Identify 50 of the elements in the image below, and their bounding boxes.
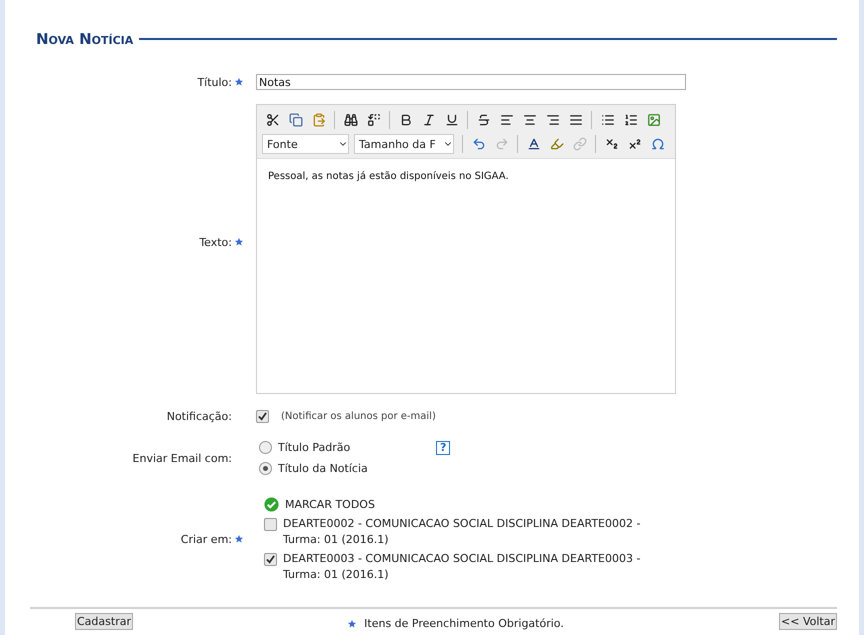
- text-color-icon: [526, 137, 540, 151]
- undo-icon: [472, 137, 486, 151]
- checkbox[interactable]: [256, 410, 269, 423]
- toolbar-dropdown[interactable]: Fonte: [262, 134, 349, 154]
- toolbar-dropdown[interactable]: Tamanho da F: [354, 134, 454, 154]
- required-star-icon: [348, 620, 356, 628]
- field-label: Notificação:: [166, 410, 232, 423]
- field-label: Título:: [196, 76, 232, 88]
- align-left-icon: [500, 113, 514, 127]
- select-all-link[interactable]: MARCAR TODOS: [285, 498, 375, 510]
- binoculars-icon: [344, 113, 358, 127]
- cut-icon: [266, 113, 280, 127]
- check-circle-icon: [264, 496, 279, 512]
- editor-content: Pessoal, as notas já estão disponíveis no SIGAA.: [268, 171, 509, 182]
- align-center-icon: [522, 113, 536, 127]
- copy-icon: [288, 113, 302, 127]
- field-label: Texto:: [198, 236, 232, 248]
- class-label: DEARTE0003 - COMUNICACAO SOCIAL DISCIPLINA DEARTE0003 - Turma: 01 (2016.1): [283, 551, 642, 583]
- option-label: Título Padrão: [278, 441, 350, 454]
- superscript-icon: [628, 137, 642, 151]
- submit-button[interactable]: Cadastrar: [75, 613, 133, 630]
- justify-icon: [568, 113, 582, 127]
- link-icon: [572, 137, 586, 151]
- numbered-list-icon: [624, 113, 638, 127]
- redo-icon: [494, 137, 508, 151]
- checkbox[interactable]: [264, 553, 277, 566]
- field-label: Criar em:: [180, 532, 232, 546]
- replace-icon: [366, 113, 380, 127]
- omega-icon: [650, 137, 664, 151]
- page-title: Nova Notícia: [36, 30, 134, 48]
- align-right-icon: [546, 113, 560, 127]
- subscript-icon: [604, 137, 618, 151]
- strikethrough-icon: [476, 113, 490, 127]
- paste-icon: [312, 113, 326, 127]
- radio-button[interactable]: [259, 441, 272, 454]
- class-label: DEARTE0002 - COMUNICACAO SOCIAL DISCIPLINA DEARTE0002 - Turma: 01 (2016.1): [283, 516, 642, 548]
- back-button[interactable]: << Voltar: [779, 613, 837, 630]
- radio-button[interactable]: [259, 462, 272, 475]
- option-label: Título da Notícia: [278, 462, 368, 475]
- highlighter-icon: [550, 137, 564, 151]
- help-button[interactable]: ?: [436, 440, 450, 454]
- field-label: Enviar Email com:: [132, 452, 232, 464]
- title-input[interactable]: Notas: [256, 74, 686, 90]
- italic-icon: [422, 113, 436, 127]
- underline-icon: [444, 113, 458, 127]
- image-icon: [646, 113, 660, 127]
- checkbox[interactable]: [264, 518, 277, 531]
- hint-text: (Notificar os alunos por e-mail): [281, 411, 436, 422]
- required-note: Itens de Preenchimento Obrigatório.: [364, 617, 564, 630]
- bullet-list-icon: [600, 113, 614, 127]
